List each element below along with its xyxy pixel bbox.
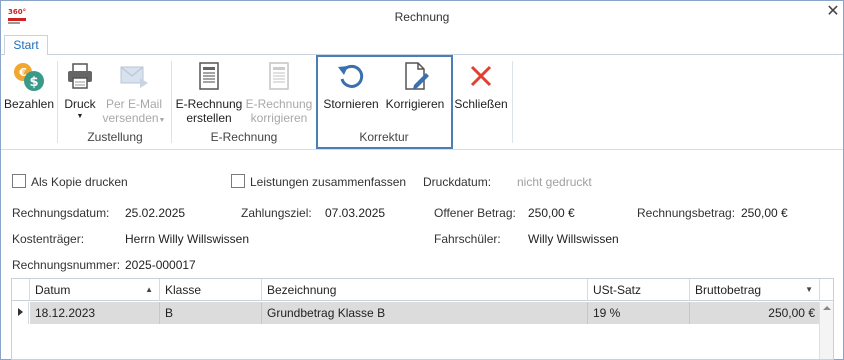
column-header-bezeichnung[interactable]: Bezeichnung	[262, 279, 588, 301]
row-indicator-icon	[12, 302, 29, 324]
printer-icon	[68, 63, 92, 89]
column-menu-icon: ▼	[805, 285, 813, 294]
cell-bezeichnung[interactable]: Grundbetrag Klasse B	[262, 302, 588, 324]
erechnung-korrigieren-line1: E-Rechnung	[245, 97, 313, 111]
invoice-form: Als Kopie drucken Leistungen zusammenfas…	[1, 151, 843, 276]
cell-bruttobetrag[interactable]: 250,00 €	[690, 302, 820, 324]
email-send-button[interactable]: Per E-Mail versenden▼	[101, 61, 167, 128]
ribbon-separator	[57, 61, 58, 143]
korrigieren-button[interactable]: Korrigieren	[383, 61, 447, 111]
cell-datum[interactable]: 18.12.2023	[30, 302, 160, 324]
vertical-scrollbar[interactable]	[819, 302, 833, 359]
tab-start[interactable]: Start	[4, 35, 48, 56]
kopie-label: Als Kopie drucken	[31, 175, 128, 189]
undo-icon	[338, 64, 364, 88]
sort-asc-icon: ▲	[145, 285, 153, 294]
erechnung-korrigieren-line2: korrigieren	[250, 111, 308, 125]
schliessen-button[interactable]: Schließen	[453, 61, 509, 111]
coins-icon: € $	[14, 63, 44, 91]
ribbon-tab-row: Start	[1, 33, 843, 56]
offener-betrag-value: 250,00 €	[528, 206, 575, 220]
kopie-checkbox[interactable]	[12, 174, 26, 188]
stornieren-label: Stornieren	[323, 97, 379, 111]
rechnungsdatum-value: 25.02.2025	[125, 206, 186, 220]
druckdatum-label: Druckdatum:	[423, 175, 492, 189]
title-bar: 360° Rechnung ✕	[1, 1, 843, 33]
close-red-icon	[470, 65, 492, 87]
table-row[interactable]: 18.12.2023 B Grundbetrag Klasse B 19 % 2…	[30, 302, 820, 324]
leistungen-checkbox[interactable]	[231, 174, 245, 188]
offener-betrag-label: Offener Betrag:	[434, 206, 516, 220]
rechnungsbetrag-label: Rechnungsbetrag:	[637, 206, 736, 220]
kostentraeger-label: Kostenträger:	[12, 232, 85, 246]
ribbon: € $ Bezahlen Druck ▼ Per E-Mail versende…	[1, 55, 843, 150]
cell-klasse[interactable]: B	[160, 302, 262, 324]
rechnungsnummer-value: 2025-000017	[125, 258, 196, 272]
erechnung-erstellen-line2: erstellen	[186, 111, 232, 125]
druck-dropdown-arrow: ▼	[76, 113, 84, 120]
group-label-erechnung: E-Rechnung	[210, 130, 278, 144]
grid-header: Datum ▲ Klasse Bezeichnung USt-Satz Brut…	[12, 279, 833, 301]
grid-header-indicator	[12, 279, 30, 301]
zahlungsziel-label: Zahlungsziel:	[241, 206, 312, 220]
erechnung-erstellen-button[interactable]: E-Rechnung erstellen	[175, 61, 243, 125]
bezahlen-label: Bezahlen	[3, 97, 55, 111]
group-label-korrektur: Korrektur	[359, 130, 409, 144]
druck-label: Druck	[64, 97, 96, 111]
invoice-items-grid: Datum ▲ Klasse Bezeichnung USt-Satz Brut…	[11, 278, 834, 360]
column-header-datum[interactable]: Datum ▲	[30, 279, 160, 301]
invoice-window: 360° Rechnung ✕ Start € $ Bezahlen Druck…	[0, 0, 844, 360]
scroll-up-icon[interactable]	[823, 306, 831, 310]
group-label-zustellung: Zustellung	[87, 130, 143, 144]
rechnungsnummer-label: Rechnungsnummer:	[12, 258, 121, 272]
ribbon-separator	[171, 61, 172, 143]
edit-document-icon	[405, 62, 429, 90]
window-title: Rechnung	[394, 10, 450, 24]
ribbon-separator	[512, 61, 513, 143]
zahlungsziel-value: 07.03.2025	[325, 206, 386, 220]
cell-ust-satz[interactable]: 19 %	[588, 302, 690, 324]
column-header-klasse[interactable]: Klasse	[160, 279, 262, 301]
column-header-ust-satz[interactable]: USt-Satz	[588, 279, 690, 301]
druckdatum-value: nicht gedruckt	[517, 175, 592, 189]
svg-text:$: $	[29, 75, 38, 90]
druck-button[interactable]: Druck ▼	[61, 61, 99, 121]
leistungen-label: Leistungen zusammenfassen	[250, 175, 407, 189]
erechnung-korrigieren-button[interactable]: E-Rechnung korrigieren	[245, 61, 313, 125]
email-label-line1: Per E-Mail	[105, 97, 162, 111]
schliessen-label: Schließen	[454, 97, 508, 111]
column-header-bruttobetrag[interactable]: Bruttobetrag ▼	[690, 279, 820, 301]
document-disabled-icon	[269, 62, 289, 90]
document-icon	[199, 62, 219, 90]
email-send-icon	[120, 66, 148, 88]
fahrschueler-value: Willy Willswissen	[528, 232, 619, 246]
erechnung-erstellen-line1: E-Rechnung	[175, 97, 243, 111]
korrigieren-label: Korrigieren	[385, 97, 445, 111]
fahrschueler-label: Fahrschüler:	[434, 232, 501, 246]
stornieren-button[interactable]: Stornieren	[321, 61, 381, 111]
email-label-line2: versenden▼	[102, 111, 166, 125]
bezahlen-button[interactable]: € $ Bezahlen	[3, 61, 55, 111]
rechnungsdatum-label: Rechnungsdatum:	[12, 206, 110, 220]
kostentraeger-value: Herrn Willy Willswissen	[125, 232, 250, 246]
rechnungsbetrag-value: 250,00 €	[741, 206, 788, 220]
close-window-icon[interactable]: ✕	[825, 4, 841, 20]
